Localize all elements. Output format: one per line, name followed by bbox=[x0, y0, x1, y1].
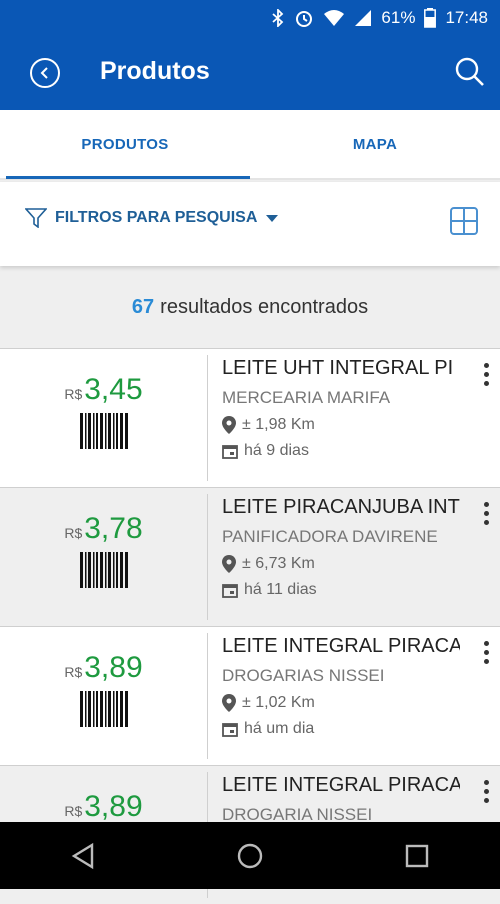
currency-label: R$ bbox=[64, 803, 83, 819]
distance-text: ± 6,73 Km bbox=[242, 555, 315, 572]
age-text: há 11 dias bbox=[244, 581, 317, 598]
product-name: LEITE INTEGRAL PIRACA bbox=[222, 774, 460, 796]
page-title: Produtos bbox=[100, 57, 210, 85]
price-column: R$ 3,78 bbox=[0, 494, 208, 620]
grid-view-button[interactable] bbox=[450, 207, 478, 235]
location-pin-icon bbox=[222, 694, 236, 712]
product-list: R$ 3,45 LEITE UHT INTEGRAL PI MERCEARIA … bbox=[0, 348, 500, 904]
price: R$ 3,45 bbox=[64, 373, 142, 407]
distance: ± 1,02 Km bbox=[222, 694, 500, 712]
age-text: há um dia bbox=[244, 720, 315, 737]
tab-mapa[interactable]: MAPA bbox=[250, 110, 500, 178]
search-icon bbox=[455, 57, 484, 86]
filters-label: FILTROS PARA PESQUISA bbox=[55, 209, 258, 226]
info-column: LEITE INTEGRAL PIRACA DROGARIAS NISSEI ±… bbox=[208, 627, 500, 765]
more-options-icon[interactable] bbox=[484, 780, 490, 807]
posted-age: há um dia bbox=[222, 720, 500, 738]
app-bar: Produtos bbox=[0, 36, 500, 110]
product-name: LEITE UHT INTEGRAL PI bbox=[222, 357, 454, 379]
tab-bar: PRODUTOS MAPA bbox=[0, 110, 500, 180]
product-name: LEITE PIRACANJUBA INT bbox=[222, 496, 460, 518]
distance: ± 6,73 Km bbox=[222, 555, 500, 573]
currency-label: R$ bbox=[64, 664, 83, 680]
clock-time: 17:48 bbox=[445, 8, 488, 27]
currency-label: R$ bbox=[64, 525, 83, 541]
back-button[interactable] bbox=[30, 58, 60, 88]
battery-icon bbox=[424, 8, 437, 28]
more-options-icon[interactable] bbox=[484, 641, 490, 668]
price-column: R$ 3,89 bbox=[0, 633, 208, 759]
location-pin-icon bbox=[222, 416, 236, 434]
price-value: 3,89 bbox=[84, 651, 143, 684]
barcode-icon[interactable] bbox=[79, 413, 128, 449]
distance: ± 1,98 Km bbox=[222, 416, 500, 434]
filters-button[interactable]: FILTROS PARA PESQUISA bbox=[25, 208, 279, 228]
info-column: LEITE PIRACANJUBA INT PANIFICADORA DAVIR… bbox=[208, 488, 500, 626]
wifi-icon bbox=[323, 9, 345, 27]
filter-icon bbox=[25, 208, 47, 228]
list-item[interactable]: R$ 3,45 LEITE UHT INTEGRAL PI MERCEARIA … bbox=[0, 348, 500, 487]
calendar-icon bbox=[222, 445, 238, 459]
more-options-icon[interactable] bbox=[484, 363, 490, 390]
age-text: há 9 dias bbox=[244, 442, 309, 459]
info-column: LEITE UHT INTEGRAL PI MERCEARIA MARIFA ±… bbox=[208, 349, 500, 487]
battery-percent: 61% bbox=[381, 8, 416, 27]
caret-down-icon bbox=[266, 215, 279, 222]
status-bar: 61% 17:48 bbox=[0, 0, 500, 36]
nav-back-icon[interactable] bbox=[70, 842, 96, 870]
barcode-icon[interactable] bbox=[79, 552, 128, 588]
distance-text: ± 1,02 Km bbox=[242, 694, 315, 711]
calendar-icon bbox=[222, 723, 238, 737]
results-number: 67 bbox=[131, 295, 155, 318]
barcode-icon[interactable] bbox=[79, 691, 128, 727]
price-value: 3,89 bbox=[84, 790, 143, 823]
list-item[interactable]: R$ 3,78 LEITE PIRACANJUBA INT PANIFICADO… bbox=[0, 487, 500, 626]
store-name: DROGARIAS NISSEI bbox=[222, 666, 385, 685]
more-options-icon[interactable] bbox=[484, 502, 490, 529]
price-value: 3,45 bbox=[84, 373, 143, 406]
calendar-icon bbox=[222, 584, 238, 598]
filter-bar: FILTROS PARA PESQUISA bbox=[0, 182, 500, 266]
price-column: R$ 3,45 bbox=[0, 355, 208, 481]
price-value: 3,78 bbox=[84, 512, 143, 545]
search-button[interactable] bbox=[454, 56, 486, 88]
posted-age: há 11 dias bbox=[222, 581, 500, 599]
nav-home-icon[interactable] bbox=[236, 842, 264, 870]
price: R$ 3,89 bbox=[64, 651, 142, 685]
distance-text: ± 1,98 Km bbox=[242, 416, 315, 433]
store-name: PANIFICADORA DAVIRENE bbox=[222, 527, 438, 546]
list-item[interactable]: R$ 3,89 LEITE INTEGRAL PIRACA DROGARIAS … bbox=[0, 626, 500, 765]
results-label: resultados encontrados bbox=[160, 295, 369, 318]
chevron-left-icon bbox=[40, 67, 48, 79]
price: R$ 3,89 bbox=[64, 790, 142, 824]
signal-icon bbox=[354, 9, 372, 27]
posted-age: há 9 dias bbox=[222, 442, 500, 460]
alarm-icon bbox=[294, 8, 314, 28]
nav-recents-icon[interactable] bbox=[404, 843, 430, 869]
price: R$ 3,78 bbox=[64, 512, 142, 546]
tab-produtos[interactable]: PRODUTOS bbox=[0, 110, 250, 179]
results-count: 67 resultados encontrados bbox=[0, 266, 500, 348]
product-name: LEITE INTEGRAL PIRACA bbox=[222, 635, 460, 657]
system-nav-bar bbox=[0, 822, 500, 889]
store-name: MERCEARIA MARIFA bbox=[222, 388, 391, 407]
currency-label: R$ bbox=[64, 386, 83, 402]
bluetooth-icon bbox=[271, 9, 285, 27]
location-pin-icon bbox=[222, 555, 236, 573]
